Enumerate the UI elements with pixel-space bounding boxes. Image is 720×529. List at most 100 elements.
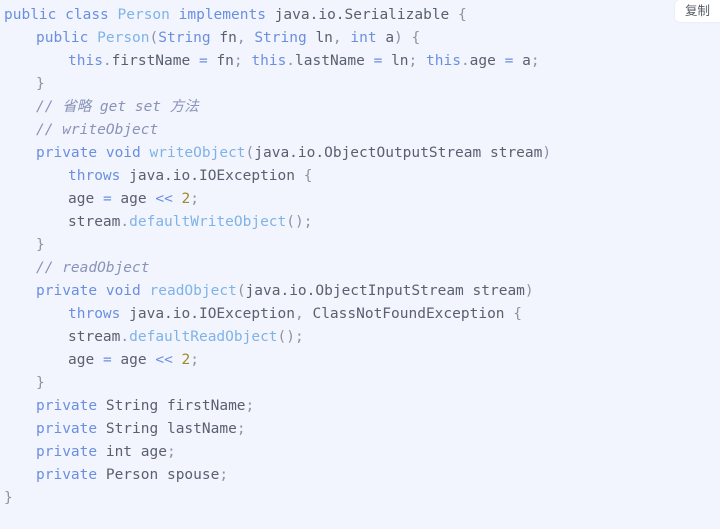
- code-token-plain: ln: [391, 53, 409, 69]
- code-token-kw: private: [36, 145, 98, 161]
- code-token-plain: fn: [216, 53, 234, 69]
- code-token-plain: firstName: [111, 53, 191, 69]
- code-token-punct: ): [394, 30, 412, 46]
- code-token-punct: ;: [408, 53, 427, 69]
- code-token-type: readObject: [149, 283, 237, 299]
- code-token-num: 2: [181, 191, 191, 207]
- code-token-kw: class: [65, 7, 109, 23]
- code-token-plain: age: [68, 191, 95, 207]
- code-line: age = age << 2;: [0, 349, 720, 372]
- code-token-punct: ,: [236, 30, 255, 46]
- code-token-plain: age: [140, 444, 167, 460]
- code-token-num: 2: [181, 352, 191, 368]
- code-line: // writeObject: [0, 119, 720, 142]
- code-token-punct: ;: [190, 191, 200, 207]
- code-token-kw: private: [36, 444, 98, 460]
- code-token-punct: ,: [295, 306, 313, 322]
- code-token-kw: this: [68, 53, 103, 69]
- code-token-punct: .: [460, 53, 470, 69]
- code-line: private void readObject(java.io.ObjectIn…: [0, 280, 720, 303]
- code-token-plain: firstName: [166, 398, 246, 414]
- code-token-punct: .: [286, 53, 296, 69]
- code-token-plain: java.io.ObjectInputStream: [245, 283, 464, 299]
- code-token-plain: stream: [68, 329, 121, 345]
- code-token-punct: ;: [219, 467, 229, 483]
- code-token-plain: java.io.Serializable: [274, 7, 450, 23]
- code-token-comment: // readObject: [36, 260, 150, 276]
- code-token-punct: {: [411, 30, 421, 46]
- code-line: private String lastName;: [0, 418, 720, 441]
- copy-button[interactable]: 复制: [675, 0, 720, 22]
- code-token-kw: String: [254, 30, 307, 46]
- code-lines-container: public class Person implements java.io.S…: [0, 4, 720, 510]
- code-line: // readObject: [0, 257, 720, 280]
- code-token-op: =: [198, 53, 208, 69]
- code-token-plain: int: [105, 444, 133, 460]
- code-token-punct: {: [513, 306, 522, 322]
- code-token-punct: ;: [236, 421, 246, 437]
- code-token-kw: private: [36, 398, 98, 414]
- code-token-plain: ln: [315, 30, 333, 46]
- code-token-plain: spouse: [166, 467, 220, 483]
- code-line: }: [0, 234, 720, 257]
- code-token-punct: }: [4, 490, 13, 506]
- code-line: this.firstName = fn; this.lastName = ln;…: [0, 50, 720, 73]
- code-token-plain: String: [105, 398, 159, 414]
- code-token-punct: ;: [233, 53, 252, 69]
- code-token-punct: ;: [245, 398, 255, 414]
- code-token-kw: throws: [68, 168, 121, 184]
- code-token-plain: stream: [472, 283, 525, 299]
- code-token-punct: }: [36, 76, 45, 92]
- code-line: stream.defaultWriteObject();: [0, 211, 720, 234]
- code-token-kw: throws: [68, 306, 121, 322]
- code-token-punct: }: [36, 375, 45, 391]
- code-token-op: =: [102, 191, 112, 207]
- code-line: }: [0, 487, 720, 510]
- code-token-plain: java.io.ObjectOutputStream: [254, 145, 482, 161]
- code-token-kw: private: [36, 421, 98, 437]
- code-token-punct: .: [102, 53, 112, 69]
- code-token-op: =: [102, 352, 112, 368]
- code-token-plain: age: [469, 53, 496, 69]
- code-line: private void writeObject(java.io.ObjectO…: [0, 142, 720, 165]
- code-token-kw: void: [105, 145, 141, 161]
- code-token-plain: ClassNotFoundException: [312, 306, 505, 322]
- code-token-punct: {: [458, 7, 467, 23]
- code-line: // 省略 get set 方法: [0, 96, 720, 119]
- code-token-punct: ;: [190, 352, 200, 368]
- code-token-plain: lastName: [295, 53, 365, 69]
- code-line: private String firstName;: [0, 395, 720, 418]
- code-token-kw: void: [105, 283, 141, 299]
- code-token-kw: private: [36, 283, 98, 299]
- code-line: stream.defaultReadObject();: [0, 326, 720, 349]
- code-token-type: defaultWriteObject: [129, 214, 287, 230]
- code-token-kw: private: [36, 467, 98, 483]
